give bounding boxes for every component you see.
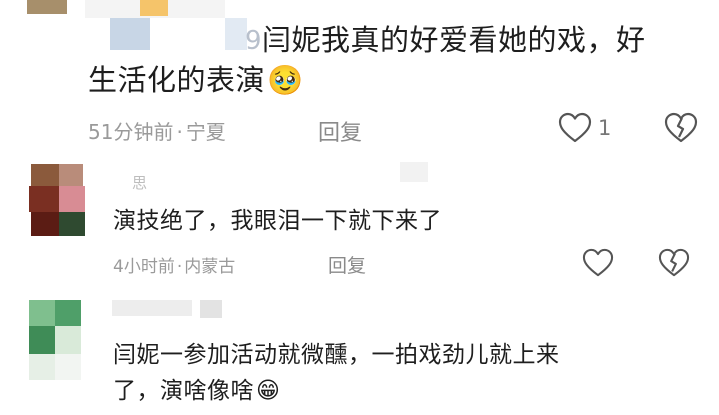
avatar-blurred[interactable]: [27, 298, 83, 382]
heart-icon[interactable]: [558, 112, 592, 144]
comment-meta: 4小时前 · 内蒙古: [113, 257, 236, 277]
timestamp: 4小时前: [113, 257, 175, 277]
heart-icon[interactable]: [582, 248, 614, 278]
comment-text: 闫妮我真的好爱看她的戏，好: [262, 23, 646, 57]
reply-button[interactable]: 回复: [328, 251, 366, 278]
comment-text-line2: 生活化的表演🥹: [88, 63, 304, 97]
location: 内蒙古: [184, 257, 236, 277]
comment-text-line2: 了，演啥像啥😁: [113, 378, 281, 404]
grinning-face-emoji: 😁: [256, 378, 281, 404]
comment-text: 闫妮一参加活动就微醺，一拍戏劲儿就上来: [113, 342, 560, 368]
username-fragment: 思: [132, 174, 148, 192]
location: 宁夏: [185, 120, 226, 144]
reply-button[interactable]: 回复: [318, 115, 362, 147]
dislike-heart-icon[interactable]: [664, 112, 698, 144]
blur-block: [140, 0, 168, 16]
blur-block: [400, 162, 428, 182]
timestamp: 51分钟前: [88, 120, 174, 144]
comment-thread: { "comments": [ { "name_partial": "9", "…: [0, 0, 719, 415]
blur-block: [200, 300, 222, 318]
pleading-face-emoji: 🥹: [267, 63, 304, 97]
blur-block: [225, 18, 247, 50]
avatar-blurred[interactable]: [27, 0, 67, 14]
comment-text: 演技绝了，我眼泪一下就下来了: [113, 208, 442, 234]
avatar-blurred[interactable]: [27, 160, 87, 240]
username-blurred[interactable]: [112, 300, 192, 316]
dislike-heart-icon[interactable]: [658, 248, 690, 278]
blur-block: [110, 18, 150, 50]
comment-meta: 51分钟前 · 宁夏: [88, 120, 226, 144]
like-count: 1: [598, 116, 612, 140]
username-fragment: 9: [245, 26, 262, 56]
